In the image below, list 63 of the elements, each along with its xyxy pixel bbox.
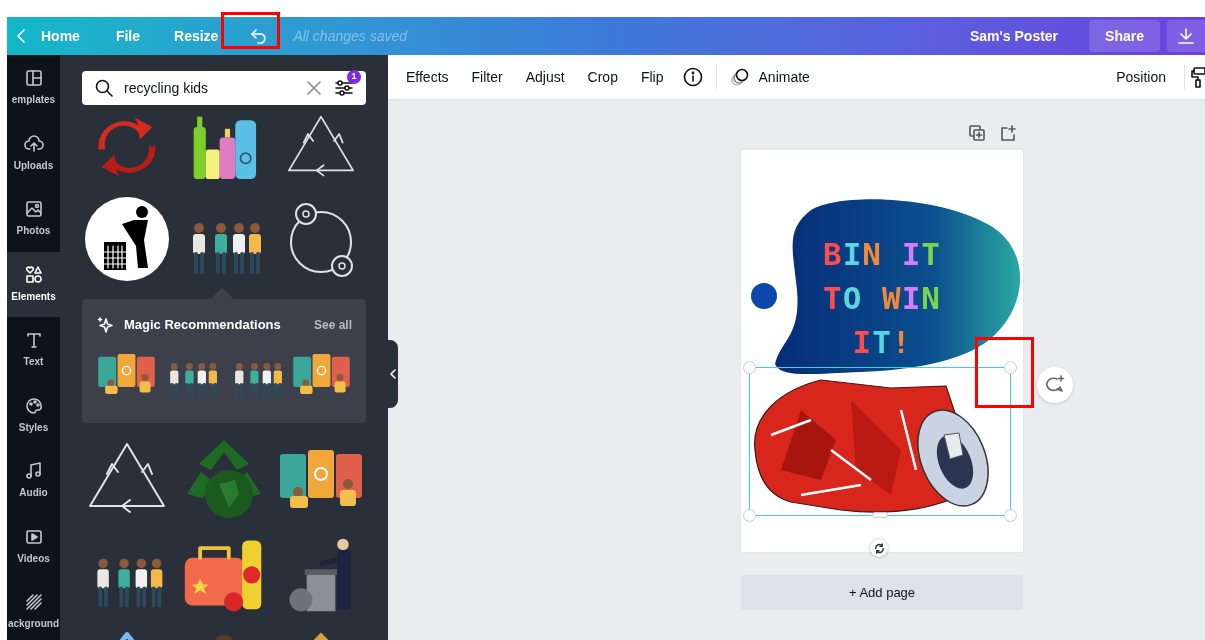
download-button[interactable] — [1167, 20, 1205, 52]
animate-button[interactable]: Animate — [729, 66, 810, 88]
rotate-icon — [873, 542, 885, 554]
resize-handle[interactable] — [743, 361, 756, 374]
sidebar-item[interactable]: emplates — [7, 55, 60, 121]
annotation-rectangle — [975, 337, 1034, 408]
dot-shape[interactable] — [751, 283, 777, 309]
search-icon — [94, 78, 114, 98]
toolbar-button[interactable]: Crop — [587, 66, 618, 88]
animate-icon — [729, 67, 750, 87]
document-title[interactable]: Sam's Poster — [969, 25, 1059, 47]
section-title: Magic Recommendations — [124, 316, 281, 334]
search-field[interactable]: recycling kids 1 — [82, 71, 366, 105]
music-note-icon — [23, 461, 44, 482]
toolbar-button[interactable]: Adjust — [525, 66, 565, 88]
close-icon[interactable] — [306, 80, 322, 96]
add-page-button[interactable]: + Add page — [741, 575, 1023, 610]
headline-text: IT! — [852, 323, 912, 362]
image-icon — [23, 199, 44, 220]
palette-icon — [23, 395, 44, 416]
resize-handle[interactable] — [872, 512, 888, 518]
filter-icon[interactable] — [334, 78, 354, 98]
duplicate-page-icon[interactable] — [969, 125, 986, 142]
add-page-icon[interactable] — [1000, 125, 1017, 142]
back-icon — [15, 28, 27, 44]
toolbar-button[interactable]: Filter — [471, 66, 503, 88]
templates-icon — [23, 68, 44, 89]
sidebar-item[interactable]: Photos — [7, 186, 60, 252]
sidebar-item[interactable]: ackground — [7, 579, 60, 640]
upload-icon — [23, 133, 44, 154]
sidebar-item[interactable]: Audio — [7, 448, 60, 514]
download-icon — [1177, 27, 1195, 45]
blob-shape[interactable] — [775, 199, 1020, 375]
see-all-link[interactable]: See all — [313, 315, 352, 334]
sidebar-item[interactable]: Styles — [7, 382, 60, 448]
position-button[interactable]: Position — [1116, 66, 1166, 88]
shapes-icon — [23, 264, 44, 285]
resize-handle[interactable] — [1004, 509, 1017, 522]
paint-roller-icon[interactable] — [1191, 66, 1205, 88]
info-icon[interactable] — [682, 67, 703, 87]
rotate-handle[interactable] — [870, 539, 888, 557]
headline-text: BIN IT — [823, 235, 941, 274]
sidebar-item[interactable]: Elements — [7, 251, 60, 317]
chevron-left-icon — [390, 369, 396, 379]
collapse-handle[interactable] — [388, 340, 398, 408]
comment-add-icon — [1045, 375, 1065, 395]
save-status: All changes saved — [293, 26, 408, 46]
search-input[interactable]: recycling kids — [124, 77, 306, 99]
hatch-icon — [23, 592, 44, 613]
toolbar-button[interactable]: Flip — [640, 66, 664, 88]
resize-handle[interactable] — [1004, 361, 1017, 374]
sidebar-item[interactable]: Text — [7, 317, 60, 383]
notification-badge: 1 — [347, 70, 361, 84]
sparkle-icon — [96, 315, 114, 334]
headline-text: TO WIN — [823, 279, 941, 318]
annotation-rectangle — [221, 12, 280, 49]
sidebar-item[interactable]: Videos — [7, 513, 60, 579]
resize-handle[interactable] — [743, 509, 756, 522]
add-comment-button[interactable] — [1037, 367, 1073, 403]
sidebar-item[interactable]: Uploads — [7, 120, 60, 186]
toolbar-button[interactable]: Effects — [406, 66, 449, 88]
can-drawing[interactable] — [754, 379, 989, 513]
share-button[interactable]: Share — [1089, 20, 1160, 52]
